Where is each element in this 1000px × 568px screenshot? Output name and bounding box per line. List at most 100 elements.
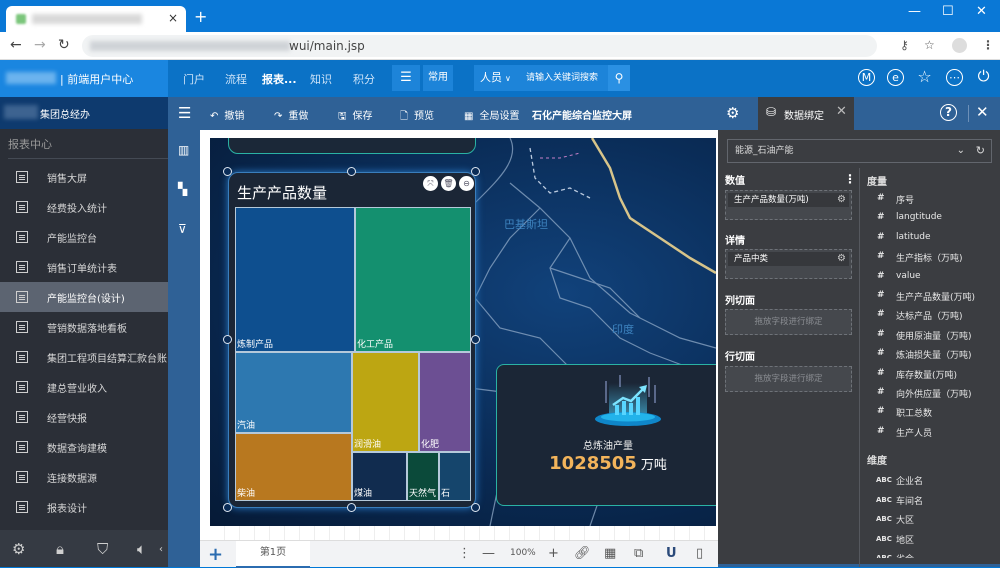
sidebar-item[interactable]: 经费投入统计 [0, 192, 168, 222]
refresh-icon[interactable]: ↻ [976, 140, 985, 162]
dimension-field[interactable]: ABC 企业名 [867, 471, 997, 489]
dimension-field[interactable]: ABC 地区 [867, 530, 997, 548]
treemap-cell[interactable]: 石 [439, 452, 471, 501]
resize-handle[interactable] [347, 167, 356, 176]
delete-icon[interactable]: 🗑︎ [441, 176, 456, 191]
grid-blocks-icon[interactable]: ▚ [178, 182, 187, 196]
filter-icon[interactable]: ⊽ [178, 222, 187, 236]
resize-handle[interactable] [223, 503, 232, 512]
help-icon[interactable]: ? [940, 104, 957, 121]
profile-avatar[interactable] [952, 38, 967, 53]
chart-icon[interactable]: ▥ [178, 143, 189, 157]
sidebar-item[interactable]: 集团工程项目结算汇款台账 [0, 342, 168, 372]
settings-gear-icon[interactable]: ⚙ [726, 104, 739, 122]
e-icon[interactable]: e [887, 69, 904, 86]
magnet-icon[interactable]: U [666, 546, 677, 561]
close-tab-icon[interactable]: × [168, 11, 178, 25]
star-icon[interactable]: ☆ [916, 69, 933, 86]
zoom-out-button[interactable]: — [482, 546, 495, 561]
treemap-cell[interactable]: 煤油 [352, 452, 407, 501]
measure-field[interactable]: # langtitude [867, 209, 997, 227]
power-icon[interactable]: ⏻ [975, 69, 992, 86]
field-settings-icon[interactable]: ⚙ [837, 252, 846, 266]
detail-field-chip[interactable]: 产品中类 ⚙ [728, 252, 849, 266]
sidebar-item[interactable]: 产能监控台(设计) [0, 282, 168, 312]
tab-data-binding[interactable]: ⛁ 数据绑定 ✕ [758, 97, 854, 130]
kpi-card[interactable]: 总炼油产量 1028505 万吨 [496, 364, 716, 506]
back-icon[interactable]: ← [10, 37, 22, 53]
sidebar-item[interactable]: 报表设计 [0, 492, 168, 522]
nav-points[interactable]: 积分 [353, 71, 375, 87]
common-button[interactable]: 常用 [423, 65, 453, 91]
treemap-cell[interactable]: 柴油 [235, 433, 352, 501]
reload-icon[interactable]: ↻ [58, 37, 70, 53]
resize-handle[interactable] [223, 167, 232, 176]
row-slice-drop-zone[interactable]: 拖放字段进行绑定 [725, 366, 852, 392]
treemap-cell[interactable]: 润滑油 [352, 352, 419, 452]
more-icon[interactable]: ⊖ [459, 176, 474, 191]
browser-tab[interactable]: × [6, 6, 186, 32]
top-card-partial[interactable] [228, 138, 476, 154]
detail-drop-zone[interactable]: 产品中类 ⚙ [725, 249, 852, 279]
sidebar-item[interactable]: 销售大屏 [0, 162, 168, 192]
shirt-icon[interactable]: ⛉ [97, 540, 108, 558]
nav-workflow[interactable]: 流程 [225, 71, 247, 87]
toolbar-menu-icon[interactable]: ☰ [178, 104, 191, 122]
dataset-select[interactable]: 能源_石油产能 ⌄ ↻ [727, 139, 992, 163]
treemap-cell[interactable]: 天然气 [407, 452, 439, 501]
org-header[interactable]: 集团总经办 [0, 97, 168, 129]
url-input[interactable]: wui/main.jsp [82, 35, 877, 57]
m-icon[interactable]: M [858, 69, 875, 86]
browser-menu-icon[interactable]: ⋮ [982, 38, 994, 52]
undo-button[interactable]: ↶ 撤销 [210, 107, 244, 122]
zoom-in-button[interactable]: + [548, 546, 559, 561]
fullscreen-icon[interactable]: ⤧ [423, 176, 438, 191]
gear-icon[interactable]: ⚙ [12, 540, 25, 558]
page-tab[interactable]: 第1页 [236, 541, 310, 568]
sidebar-item[interactable]: 数据查询建模 [0, 432, 168, 462]
nav-knowledge[interactable]: 知识 [310, 71, 332, 87]
nav-portal[interactable]: 门户 [183, 71, 205, 87]
sidebar-item[interactable]: 连接数据源 [0, 462, 168, 492]
search-button[interactable]: ⚲ [608, 65, 630, 91]
sidebar-item[interactable]: 产能监控台 [0, 222, 168, 252]
measure-field[interactable]: # 库存数量(万吨) [867, 365, 997, 383]
person-select[interactable]: 人员 ∨ [474, 65, 518, 91]
measure-field[interactable]: # 向外供应量（万吨) [867, 384, 997, 402]
measure-field[interactable]: # 达标产品（万吨) [867, 306, 997, 324]
global-settings-button[interactable]: ▦ 全局设置 [464, 107, 519, 122]
sidebar-item[interactable]: 数据权限 用户 | 下去 [0, 522, 168, 530]
lock-icon[interactable]: 🔒︎ [56, 540, 64, 558]
menu-button[interactable]: ☰ [392, 65, 420, 91]
forward-icon[interactable]: → [34, 37, 46, 53]
mobile-icon[interactable]: ▯ [696, 546, 703, 561]
resize-handle[interactable] [471, 503, 480, 512]
more-vertical-icon[interactable]: ⋮ [844, 172, 856, 186]
sidebar-item[interactable]: 经营快报 [0, 402, 168, 432]
collapse-chevron-icon[interactable]: ‹ [159, 544, 163, 555]
measure-field[interactable]: # latitude [867, 229, 997, 247]
treemap-widget[interactable]: 生产产品数量 ⤧ 🗑︎ ⊖ 炼制产品 化工产品 汽油 柴油 润滑油 化肥 煤油 天然气石 [228, 172, 476, 508]
resize-handle[interactable] [471, 167, 480, 176]
sidebar-item[interactable]: 建总营业收入 [0, 372, 168, 402]
resize-handle[interactable] [347, 503, 356, 512]
measure-field[interactable]: # value [867, 268, 997, 286]
close-window-button[interactable]: ✕ [976, 4, 987, 19]
maximize-button[interactable]: ☐ [942, 4, 954, 19]
key-icon[interactable]: ⚷ [900, 38, 909, 52]
close-panel-icon[interactable]: ✕ [976, 103, 989, 121]
measure-field[interactable]: # 职工总数 [867, 403, 997, 421]
page-more-icon[interactable]: ⋮ [458, 546, 471, 561]
dimension-field[interactable]: ABC 车间名 [867, 491, 997, 509]
redo-button[interactable]: ↷ 重做 [274, 107, 308, 122]
sidebar-item[interactable]: 销售订单统计表 [0, 252, 168, 282]
treemap-cell[interactable]: 化肥 [419, 352, 471, 452]
value-drop-zone[interactable]: 生产产品数量(万吨) ⚙ [725, 190, 852, 220]
speaker-icon[interactable]: 🔈︎ [137, 540, 146, 558]
more-circle-icon[interactable]: ⋯ [946, 69, 963, 86]
measure-field[interactable]: # 炼油损失量（万吨) [867, 345, 997, 363]
measure-field[interactable]: # 生产指标（万吨) [867, 248, 997, 266]
measure-field[interactable]: # 生产产品数量(万吨) [867, 287, 997, 305]
close-tab-icon[interactable]: ✕ [836, 104, 847, 119]
treemap-cell[interactable]: 汽油 [235, 352, 352, 433]
